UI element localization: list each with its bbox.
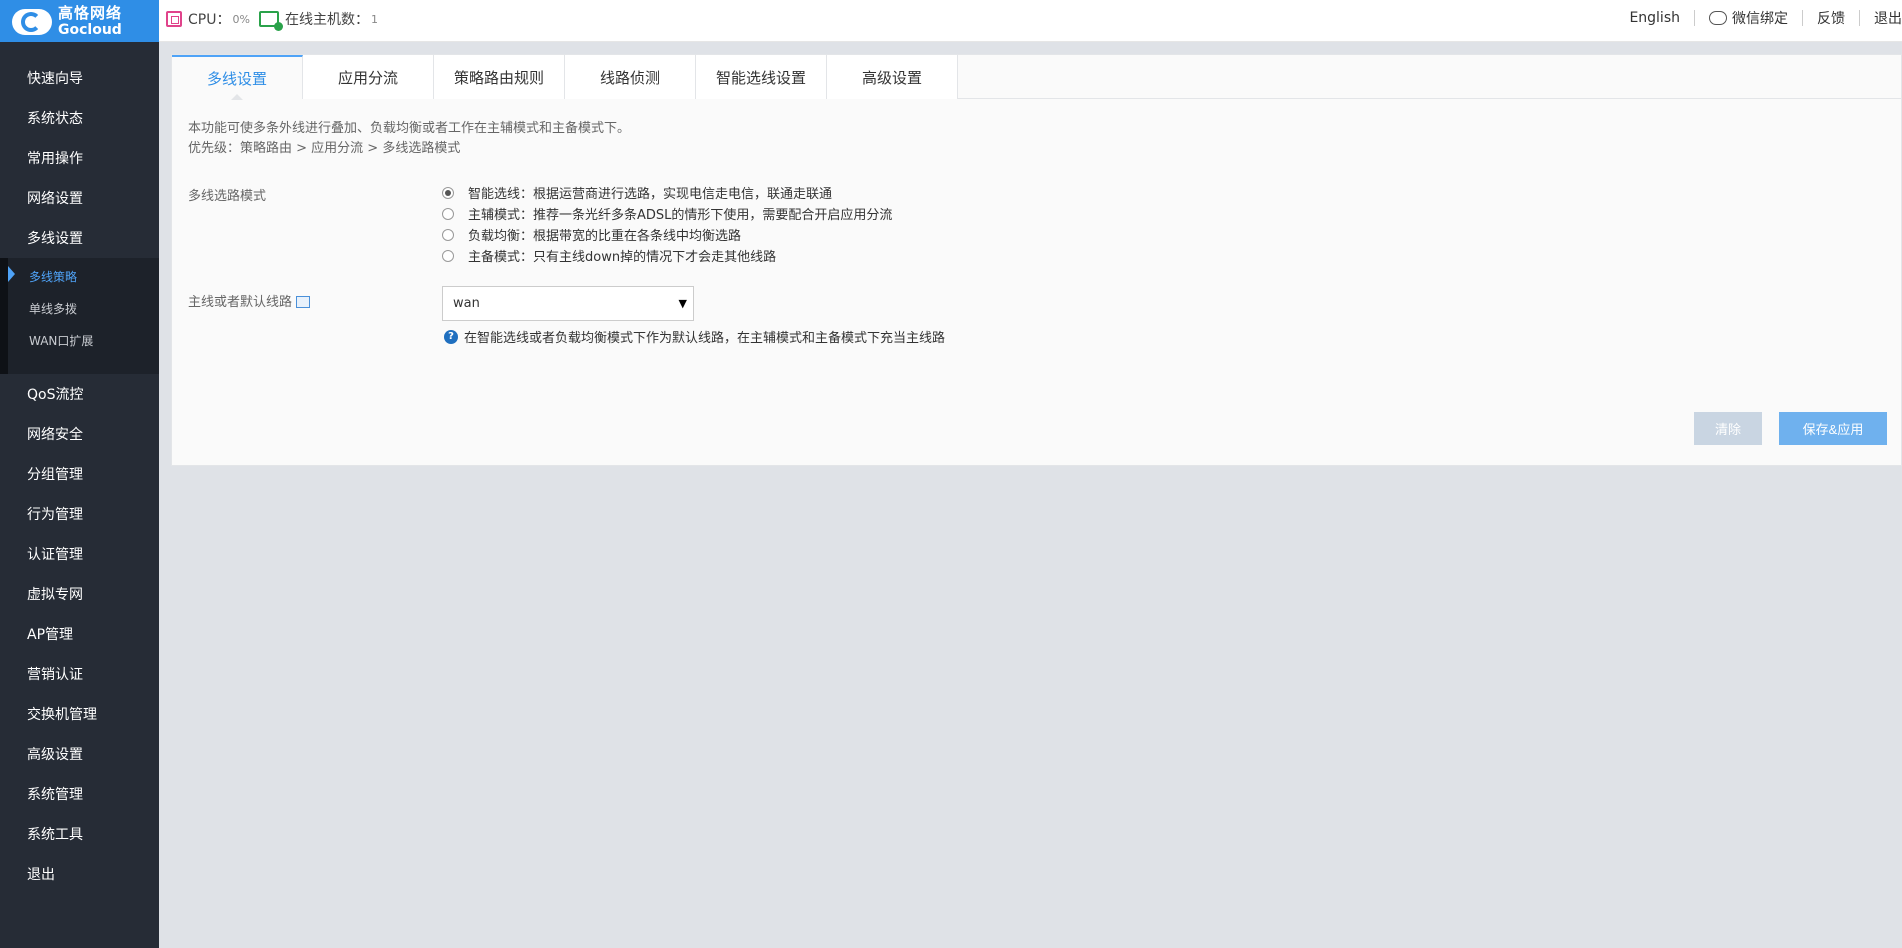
sidebar-item-multiline-policy[interactable]: 多线策略 <box>29 268 77 285</box>
top-bar: 高恪网络 Gocloud CPU： 0% 在线主机数： 1 English 微信… <box>0 0 1902 42</box>
default-line-select[interactable]: wan ▼ <box>442 286 694 321</box>
description-text: 本功能可使多条外线进行叠加、负载均衡或者工作在主辅模式和主备模式下。 <box>188 121 631 136</box>
tab-advanced[interactable]: 高级设置 <box>827 55 958 99</box>
hosts-value: 1 <box>371 12 378 26</box>
dropdown-arrow-icon: ▼ <box>678 297 687 310</box>
sidebar-item-qos[interactable]: QoS流控 <box>27 384 83 404</box>
sidebar-item-quick-guide[interactable]: 快速向导 <box>27 68 83 88</box>
logo[interactable]: 高恪网络 Gocloud <box>0 0 159 42</box>
info-icon[interactable] <box>296 296 311 308</box>
main-panel: 多线设置 应用分流 策略路由规则 线路侦测 智能选线设置 高级设置 本功能可使多… <box>171 54 1902 466</box>
sidebar-item-network-security[interactable]: 网络安全 <box>27 424 83 444</box>
mode-label: 多线选路模式 <box>188 189 267 204</box>
tab-policy-routing[interactable]: 策略路由规则 <box>434 55 565 99</box>
cpu-icon <box>166 11 182 27</box>
mode-option-smart[interactable]: 智能选线：根据运营商进行选路，实现电信走电信，联通走联通 <box>442 183 832 202</box>
default-line-label: 主线或者默认线路 <box>188 291 311 310</box>
cpu-value: 0% <box>232 12 250 26</box>
sidebar-item-system-tools[interactable]: 系统工具 <box>27 824 83 844</box>
cpu-label: CPU： <box>188 12 231 28</box>
mode-option-load-balance[interactable]: 负载均衡：根据带宽的比重在各条线中均衡选路 <box>442 225 741 244</box>
sidebar-item-logout[interactable]: 退出 <box>27 864 55 884</box>
logo-text-en: Gocloud <box>58 21 122 38</box>
online-hosts-status[interactable]: 在线主机数： 1 <box>259 9 378 31</box>
wechat-icon <box>1709 11 1727 25</box>
english-link[interactable]: English <box>1629 10 1680 26</box>
radio-primary-backup[interactable] <box>442 249 454 262</box>
sidebar-item-switch-management[interactable]: 交换机管理 <box>27 704 97 724</box>
radio-load-balance[interactable] <box>442 228 454 241</box>
mode-option-primary-aux[interactable]: 主辅模式：推荐一条光纤多条ADSL的情形下使用，需要配合开启应用分流 <box>442 204 892 223</box>
radio-primary-aux[interactable] <box>442 207 454 220</box>
clear-button[interactable]: 清除 <box>1694 412 1762 445</box>
default-line-value: wan <box>453 296 480 311</box>
default-line-hint: ? 在智能选线或者负载均衡模式下作为默认线路，在主辅模式和主备模式下充当主线路 <box>444 327 945 346</box>
logo-text-cn: 高恪网络 <box>58 3 123 22</box>
sidebar-item-multiline-settings[interactable]: 多线设置 <box>27 228 83 248</box>
sidebar-item-common-ops[interactable]: 常用操作 <box>27 148 83 168</box>
sidebar-item-behavior-management[interactable]: 行为管理 <box>27 504 83 524</box>
question-icon: ? <box>444 329 458 344</box>
sidebar-item-vpn[interactable]: 虚拟专网 <box>27 584 83 604</box>
sidebar-item-auth-management[interactable]: 认证管理 <box>27 544 83 564</box>
sidebar-item-wan-expand[interactable]: WAN口扩展 <box>29 332 93 349</box>
wechat-bind-link[interactable]: 微信绑定 <box>1709 8 1788 28</box>
sidebar-item-system-management[interactable]: 系统管理 <box>27 784 83 804</box>
feedback-link[interactable]: 反馈 <box>1817 8 1845 28</box>
sidebar: 快速向导 系统状态 常用操作 网络设置 多线设置 多线策略 单线多拨 WAN口扩… <box>0 42 159 948</box>
tab-smart-line[interactable]: 智能选线设置 <box>696 55 827 99</box>
tab-line-detect[interactable]: 线路侦测 <box>565 55 696 99</box>
sidebar-item-marketing-auth[interactable]: 营销认证 <box>27 664 83 684</box>
sidebar-item-system-status[interactable]: 系统状态 <box>27 108 83 128</box>
save-apply-button[interactable]: 保存&应用 <box>1779 412 1887 445</box>
sidebar-item-network-settings[interactable]: 网络设置 <box>27 188 83 208</box>
top-links: English 微信绑定 反馈 退出 <box>1629 8 1902 28</box>
tab-bar: 多线设置 应用分流 策略路由规则 线路侦测 智能选线设置 高级设置 <box>172 55 1902 100</box>
sidebar-item-advanced-settings[interactable]: 高级设置 <box>27 744 83 764</box>
tab-app-split[interactable]: 应用分流 <box>303 55 434 99</box>
sidebar-item-single-line-multidial[interactable]: 单线多拨 <box>29 300 77 317</box>
radio-smart[interactable] <box>442 186 454 199</box>
sidebar-item-group-management[interactable]: 分组管理 <box>27 464 83 484</box>
sidebar-submenu: 多线策略 单线多拨 WAN口扩展 <box>0 258 159 374</box>
hosts-label: 在线主机数： <box>285 12 369 28</box>
gocloud-logo-icon <box>10 6 54 36</box>
logout-link[interactable]: 退出 <box>1874 8 1902 28</box>
tab-multiline-settings[interactable]: 多线设置 <box>172 55 303 100</box>
cpu-status: CPU： 0% <box>166 9 250 29</box>
mode-option-primary-backup[interactable]: 主备模式：只有主线down掉的情况下才会走其他线路 <box>442 246 776 265</box>
priority-text: 优先级：策略路由 > 应用分流 > 多线选路模式 <box>188 141 461 156</box>
sidebar-item-ap-management[interactable]: AP管理 <box>27 624 73 644</box>
active-indicator-icon <box>8 266 15 282</box>
monitor-icon <box>259 11 283 31</box>
